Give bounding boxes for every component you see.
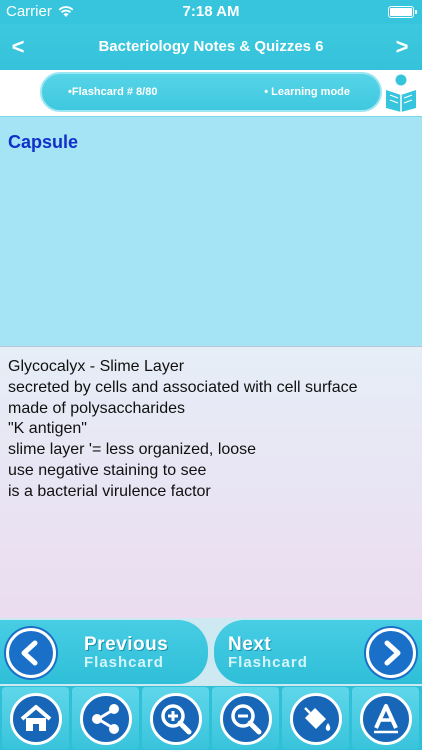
zoom-out-button[interactable] — [212, 687, 279, 749]
status-time: 7:18 AM — [182, 3, 240, 20]
status-bar: Carrier 7:18 AM — [0, 0, 422, 24]
next-sublabel: Flashcard — [228, 654, 308, 671]
answer-line: secreted by cells and associated with ce… — [8, 378, 358, 396]
answer-line: Glycocalyx - Slime Layer — [8, 358, 185, 375]
info-bar: •Flashcard # 8/80 • Learning mode — [0, 70, 422, 116]
forward-chevron-icon[interactable]: > — [390, 34, 414, 60]
next-arrow-icon — [366, 628, 416, 678]
next-flashcard-button[interactable]: Next Flashcard — [214, 620, 422, 684]
answer-line: slime layer '= less organized, loose — [8, 441, 257, 459]
home-icon — [10, 693, 62, 745]
answer-line: is a bacterial virulence factor — [8, 482, 211, 500]
flashcard-counter: •Flashcard # 8/80 — [68, 86, 158, 98]
page-title: Bacteriology Notes & Quizzes 6 — [98, 38, 324, 55]
reader-book-icon[interactable] — [382, 72, 420, 112]
question-title: Capsule — [8, 132, 79, 152]
home-button[interactable] — [2, 687, 69, 749]
zoom-in-icon — [150, 693, 202, 745]
share-button[interactable] — [72, 687, 139, 749]
previous-flashcard-button[interactable]: Previous Flashcard — [0, 620, 208, 684]
theme-color-button[interactable] — [282, 687, 349, 749]
previous-sublabel: Flashcard — [84, 654, 164, 671]
previous-label: Previous — [84, 634, 169, 655]
battery-icon — [388, 6, 417, 18]
font-icon — [360, 693, 412, 745]
previous-arrow-icon — [6, 628, 56, 678]
bottom-toolbar — [0, 686, 422, 750]
answer-line: "K antigen" — [8, 420, 87, 438]
learning-mode-label[interactable]: • Learning mode — [264, 86, 350, 98]
info-pill: •Flashcard # 8/80 • Learning mode — [40, 72, 382, 112]
nav-bar: < Bacteriology Notes & Quizzes 6 > — [0, 24, 422, 70]
answer-line: use negative staining to see — [8, 461, 207, 479]
font-size-button[interactable] — [352, 687, 419, 749]
next-label: Next — [228, 634, 272, 655]
flashcard-navigation: Previous Flashcard Next Flashcard — [0, 618, 422, 686]
zoom-out-icon — [220, 693, 272, 745]
back-chevron-icon[interactable]: < — [6, 34, 30, 60]
answer-line: made of polysaccharides — [8, 399, 185, 417]
zoom-in-button[interactable] — [142, 687, 209, 749]
share-icon — [80, 693, 132, 745]
answer-card: Glycocalyx - Slime Layer secreted by cel… — [0, 346, 422, 618]
answer-text: Glycocalyx - Slime Layer secreted by cel… — [8, 357, 416, 503]
question-card: Capsule — [0, 116, 422, 346]
paint-bucket-icon — [290, 693, 342, 745]
